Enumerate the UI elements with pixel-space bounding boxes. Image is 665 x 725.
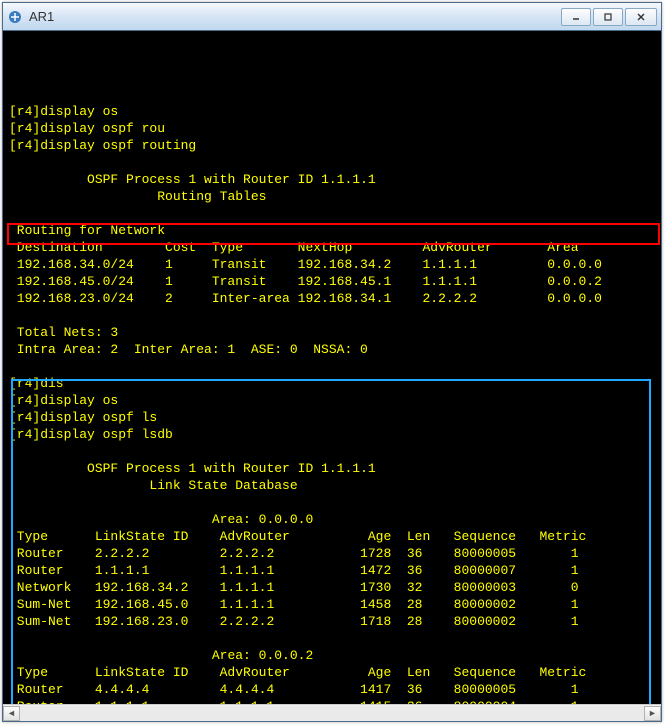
terminal-line: 192.168.34.0/24 1 Transit 192.168.34.2 1… [9,256,655,273]
titlebar[interactable]: AR1 [3,3,661,31]
terminal-line: Network 192.168.34.2 1.1.1.1 1730 32 800… [9,579,655,596]
terminal-line: [r4]display ospf rou [9,120,655,137]
terminal-line: Router 4.4.4.4 4.4.4.4 1417 36 80000005 … [9,681,655,698]
scroll-right-button[interactable]: ► [644,706,661,721]
terminal-line: 192.168.23.0/24 2 Inter-area 192.168.34.… [9,290,655,307]
window-controls [561,8,657,26]
terminal-line: OSPF Process 1 with Router ID 1.1.1.1 [9,460,655,477]
terminal-line: Destination Cost Type NextHop AdvRouter … [9,239,655,256]
terminal-line: Routing for Network [9,222,655,239]
terminal-line [9,307,655,324]
terminal-line: Area: 0.0.0.2 [9,647,655,664]
terminal-line [9,154,655,171]
maximize-button[interactable] [593,8,623,26]
terminal-line: Router 1.1.1.1 1.1.1.1 1415 36 80000004 … [9,698,655,704]
app-window: AR1 [r4]display os[r4]display ospf rou[r… [2,2,662,722]
horizontal-scrollbar[interactable]: ◄ ► [3,704,661,721]
terminal-line: Router 2.2.2.2 2.2.2.2 1728 36 80000005 … [9,545,655,562]
scroll-track[interactable] [20,706,644,721]
terminal-line: [r4]display ospf lsdb [9,426,655,443]
terminal-line: [r4]display ospf routing [9,137,655,154]
terminal-line: Link State Database [9,477,655,494]
terminal-line: Area: 0.0.0.0 [9,511,655,528]
terminal-line [9,358,655,375]
terminal-line: Sum-Net 192.168.23.0 2.2.2.2 1718 28 800… [9,613,655,630]
scroll-left-button[interactable]: ◄ [3,706,20,721]
terminal-line: Routing Tables [9,188,655,205]
terminal-line: Type LinkState ID AdvRouter Age Len Sequ… [9,664,655,681]
terminal-line [9,205,655,222]
terminal-line: [r4]display os [9,392,655,409]
terminal[interactable]: [r4]display os[r4]display ospf rou[r4]di… [3,31,661,704]
terminal-line: Type LinkState ID AdvRouter Age Len Sequ… [9,528,655,545]
terminal-line: Router 1.1.1.1 1.1.1.1 1472 36 80000007 … [9,562,655,579]
terminal-line: [r4]display os [9,103,655,120]
terminal-line [9,443,655,460]
terminal-line: [r4]dis [9,375,655,392]
terminal-line: Intra Area: 2 Inter Area: 1 ASE: 0 NSSA:… [9,341,655,358]
app-icon [7,9,23,25]
terminal-line [9,494,655,511]
terminal-line: [r4]display ospf ls [9,409,655,426]
terminal-line: 192.168.45.0/24 1 Transit 192.168.45.1 1… [9,273,655,290]
close-button[interactable] [625,8,657,26]
minimize-button[interactable] [561,8,591,26]
terminal-line: OSPF Process 1 with Router ID 1.1.1.1 [9,171,655,188]
terminal-line [9,630,655,647]
window-title: AR1 [29,9,54,24]
terminal-line: Sum-Net 192.168.45.0 1.1.1.1 1458 28 800… [9,596,655,613]
terminal-line: Total Nets: 3 [9,324,655,341]
